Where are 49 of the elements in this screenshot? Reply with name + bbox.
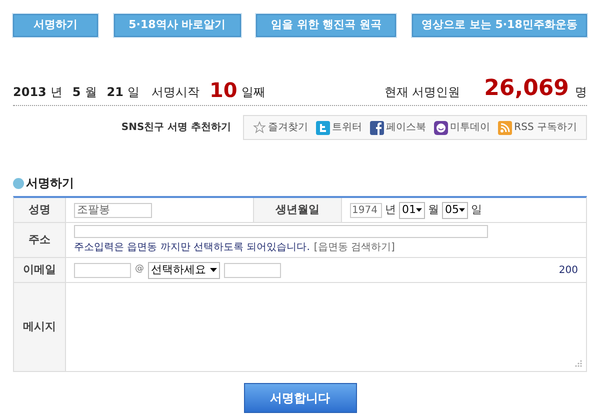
resize-grip-icon [575,360,582,367]
signature-count: 26,069 [484,77,569,101]
count-unit: 명 [575,84,587,101]
char-limit: 200 [558,264,578,278]
name-label: 성명 [14,198,66,222]
star-icon [253,121,266,134]
section-title: 서명하기 [26,175,74,192]
day-value: 21 [106,84,124,101]
rss-icon [498,120,512,134]
day-select[interactable]: 05 [442,202,468,218]
days-count: 10 [209,79,238,101]
month-select[interactable]: 01 [399,202,425,218]
facebook-icon [370,120,384,134]
email-label: 이메일 [14,258,66,282]
address-label: 주소 [14,223,66,257]
at-sign: @ [135,263,144,276]
day-unit: 일 [127,84,140,101]
count-label: 현재 서명인원 [384,84,460,101]
name-field[interactable]: 조팔봉 [74,202,152,218]
message-label: 메시지 [14,283,66,371]
address-search-link[interactable]: [읍면동 검색하기] [314,240,395,255]
day-suffix: 일 [471,202,482,218]
days-unit: 일째 [241,84,266,101]
month-suffix: 월 [428,202,439,218]
share-link[interactable]: 즐겨찾기 [253,120,308,135]
twitter-icon [316,120,330,134]
face-bubble-icon [434,120,448,134]
share-link[interactable]: RSS 구독하기 [498,120,577,135]
share-link[interactable]: 페이스북 [370,120,426,135]
address-field[interactable] [74,225,488,238]
month-value: 5 [72,84,81,101]
domain-select[interactable]: 선택하세요 [148,262,220,278]
start-label: 서명시작 [151,84,200,101]
sns-label: SNS친구 서명 추천하기 [121,121,232,135]
caret-icon [459,208,465,212]
caret-icon [210,268,217,272]
email-domain-field[interactable] [224,262,281,278]
bullet-icon [13,178,24,188]
share-link[interactable]: 트위터 [316,120,362,135]
year-unit: 년 [50,84,62,101]
address-note: 주소입력은 읍면동 까지만 선택하도록 되어있습니다. [74,241,310,255]
share-link[interactable]: 미투데이 [434,120,490,135]
month-unit: 월 [84,84,97,101]
birth-label: 생년월일 [254,198,342,222]
email-id-field[interactable] [74,262,131,278]
birth-year-field[interactable]: 1974 [350,202,382,218]
caret-icon [416,208,422,212]
year-suffix: 년 [385,202,396,218]
year-value: 2013 [13,84,46,101]
